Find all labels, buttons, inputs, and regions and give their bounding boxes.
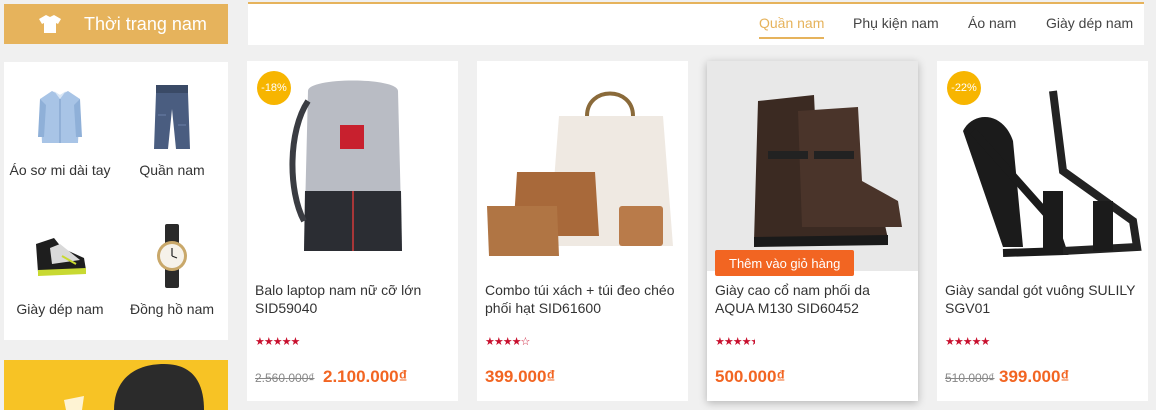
tabs-bar: Quần nam Phụ kiện nam Áo nam Giày dép na… (248, 2, 1144, 45)
rating-stars: ★★★★★ (255, 336, 300, 348)
subcategory-watches[interactable]: Đồng hồ nam (116, 201, 228, 340)
handbag-set-image[interactable] (477, 61, 688, 271)
subcategory-label: Quần nam (139, 162, 205, 178)
subcategory-label: Giày dép nam (16, 301, 104, 317)
price: 500.000₫ (715, 367, 786, 386)
tab-phu-kien-nam[interactable]: Phụ kiện nam (853, 15, 939, 31)
subcategory-label: Đồng hồ nam (129, 301, 215, 317)
price: 399.000₫ (999, 367, 1070, 386)
product-name[interactable]: Giày cao cổ nam phối da AQUA M130 SID604… (715, 281, 911, 317)
product-name[interactable]: Balo laptop nam nữ cỡ lớn SID59040 (255, 281, 451, 317)
subcategory-panel: Áo sơ mi dài tay Quần nam Giày dép nam Đ… (4, 62, 228, 340)
rating-stars: ★★★★★ (945, 336, 990, 348)
discount-badge: -22% (947, 71, 981, 105)
rating-stars: ★★★★☆ (485, 336, 530, 348)
old-price: 510.000₫ (945, 371, 995, 385)
tab-giay-dep-nam[interactable]: Giày dép nam (1046, 15, 1133, 31)
product-name[interactable]: Combo túi xách + túi đeo chéo phối hạt S… (485, 281, 681, 317)
product-name[interactable]: Giày sandal gót vuông SULILY SGV01 (945, 281, 1141, 317)
watch-icon (142, 221, 202, 291)
product-card[interactable]: Combo túi xách + túi đeo chéo phối hạt S… (477, 61, 688, 401)
tab-quan-nam[interactable]: Quần nam (759, 15, 825, 39)
category-header[interactable]: Thời trang nam (4, 4, 228, 44)
product-card[interactable]: -22% Giày sandal gót vuông SULILY SGV01 … (937, 61, 1148, 401)
sneaker-icon (30, 221, 90, 291)
shirt-icon (36, 13, 64, 35)
add-to-cart-button[interactable]: Thêm vào giỏ hàng (715, 250, 855, 276)
price: 2.100.000₫ (323, 367, 408, 386)
old-price: 2.560.000₫ (255, 371, 315, 385)
jeans-icon (142, 82, 202, 152)
subcategory-shirts[interactable]: Áo sơ mi dài tay (4, 62, 116, 201)
promo-banner[interactable] (4, 360, 228, 410)
subcategory-label: Áo sơ mi dài tay (9, 162, 111, 178)
boots-image[interactable] (707, 61, 918, 271)
dress-shirt-icon (30, 82, 90, 152)
subcategory-pants[interactable]: Quần nam (116, 62, 228, 201)
tab-ao-nam[interactable]: Áo nam (968, 15, 1016, 31)
subcategory-shoes[interactable]: Giày dép nam (4, 201, 116, 340)
price: 399.000₫ (485, 367, 556, 386)
product-card[interactable]: -18% Balo laptop nam nữ cỡ lớn SID59040 … (247, 61, 458, 401)
product-card[interactable]: Thêm vào giỏ hàng Giày cao cổ nam phối d… (707, 61, 918, 401)
rating-stars: ★★★★★ (715, 336, 756, 348)
discount-badge: -18% (257, 71, 291, 105)
category-title: Thời trang nam (84, 13, 207, 34)
